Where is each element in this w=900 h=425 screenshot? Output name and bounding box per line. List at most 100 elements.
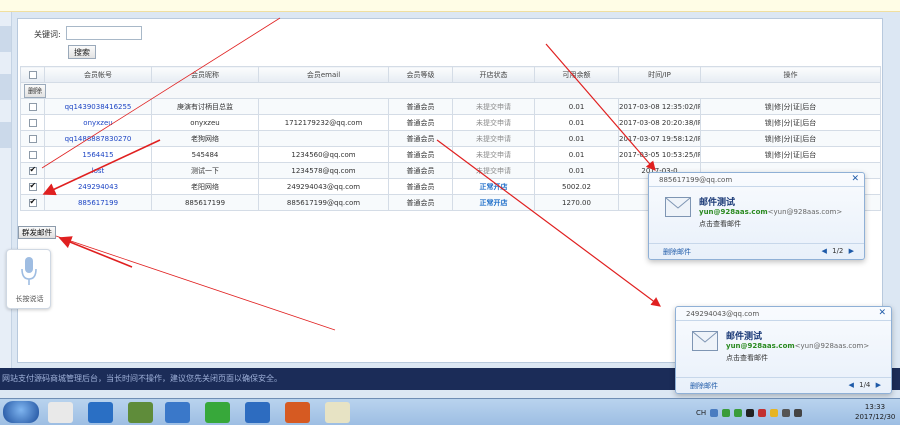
column-header[interactable]: 时间/IP <box>618 66 701 83</box>
member-account-text[interactable]: 249294043 <box>78 183 118 191</box>
ie-icon[interactable] <box>205 402 230 423</box>
row-checkbox[interactable] <box>28 150 37 159</box>
left-rail-tab[interactable] <box>0 74 11 100</box>
tray-icon[interactable] <box>722 408 731 417</box>
view-mail-link[interactable]: 点击查看邮件 <box>699 219 741 229</box>
view-mail-link[interactable]: 点击查看邮件 <box>726 353 768 363</box>
input-method[interactable]: CH <box>696 409 706 417</box>
left-rail-tab[interactable] <box>0 26 11 52</box>
time-ip: 2017-03-05 10:53:25/IP <box>618 146 701 163</box>
row-checkbox[interactable] <box>28 134 37 143</box>
row-actions[interactable]: 锁|修|分|证|后台 <box>700 130 881 147</box>
clock[interactable]: 13:33 2017/12/30 <box>855 402 895 422</box>
table-row[interactable]: qq1488887830270 老狗网络 普通会员 未提交申请 0.01 2017-03-… <box>20 130 881 147</box>
column-header[interactable]: 开店状态 <box>452 66 535 83</box>
member-email: 1712179232@qq.com <box>258 114 389 131</box>
column-header[interactable]: 会员帐号 <box>44 66 152 83</box>
row-actions-text[interactable]: 锁|修|分|证|后台 <box>765 151 816 159</box>
member-account[interactable]: lost <box>44 162 152 179</box>
tray-icon[interactable] <box>770 408 779 417</box>
member-nickname: 老狗网络 <box>151 130 259 147</box>
tray-icon[interactable] <box>758 408 767 417</box>
column-header[interactable]: 会员昵称 <box>151 66 259 83</box>
shop-status: 未提交申请 <box>452 130 535 147</box>
tool-icon[interactable] <box>128 402 153 423</box>
member-account[interactable]: 249294043 <box>44 178 152 195</box>
browser-icon[interactable] <box>88 402 113 423</box>
row-checkbox[interactable] <box>20 130 45 147</box>
notice-bar <box>0 0 900 12</box>
row-checkbox[interactable] <box>28 102 37 111</box>
row-checkbox[interactable] <box>20 162 45 179</box>
mail-notification[interactable]: 885617199@qq.com ✕ 邮件测试 yun@928aas.com<y… <box>648 172 865 260</box>
tray-icon[interactable] <box>710 408 719 417</box>
column-header[interactable]: 操作 <box>700 66 881 83</box>
select-all-checkbox[interactable] <box>28 70 37 79</box>
chart-app-icon[interactable] <box>325 402 350 423</box>
row-checkbox[interactable] <box>20 146 45 163</box>
member-account-text[interactable]: 885617199 <box>78 199 118 207</box>
row-checkbox[interactable] <box>20 178 45 195</box>
member-account-text[interactable]: qq1439038416255 <box>65 103 132 111</box>
prev-icon[interactable]: ◀ <box>848 381 853 389</box>
tray-icon[interactable] <box>746 408 755 417</box>
member-account[interactable]: onyxzeu <box>44 114 152 131</box>
close-icon[interactable]: ✕ <box>878 308 886 318</box>
member-account[interactable]: qq1439038416255 <box>44 98 152 115</box>
browser2-icon[interactable] <box>245 402 270 423</box>
member-nickname-text: onyxzeu <box>190 118 220 127</box>
row-checkbox[interactable] <box>20 98 45 115</box>
member-account[interactable]: qq1488887830270 <box>44 130 152 147</box>
row-checkbox[interactable] <box>28 197 37 207</box>
member-account[interactable]: 1564415 <box>44 146 152 163</box>
table-header-row: 会员帐号 会员昵称 会员email 会员等级 开店状态 可用余额 时间/IP 操… <box>20 66 881 83</box>
delete-button[interactable]: 删除 <box>24 83 46 98</box>
member-account-text[interactable]: 1564415 <box>82 151 113 159</box>
column-header[interactable]: 会员等级 <box>388 66 453 83</box>
qq-icon[interactable] <box>48 402 73 423</box>
bird-icon[interactable] <box>165 402 190 423</box>
row-checkbox[interactable] <box>20 114 45 131</box>
row-actions-text[interactable]: 锁|修|分|证|后台 <box>765 135 816 143</box>
member-nickname: 庚演有讨柄目总监 <box>151 98 259 115</box>
select-all-header[interactable] <box>20 66 45 83</box>
column-header[interactable]: 可用余额 <box>534 66 619 83</box>
table-row[interactable]: onyxzeu onyxzeu 1712179232@qq.com 普通会员 未提交申请… <box>20 114 881 131</box>
member-account-text[interactable]: qq1488887830270 <box>65 135 132 143</box>
firefox-icon[interactable] <box>285 402 310 423</box>
column-header[interactable]: 会员email <box>258 66 389 83</box>
bulk-mail-button[interactable]: 群发邮件 <box>18 226 56 239</box>
next-icon[interactable]: ▶ <box>876 381 881 389</box>
prev-icon[interactable]: ◀ <box>821 247 826 255</box>
row-actions[interactable]: 锁|修|分|证|后台 <box>700 98 881 115</box>
table-row[interactable]: 1564415 545484 1234560@qq.com 普通会员 未提交申请 0.01… <box>20 146 881 163</box>
row-actions[interactable]: 锁|修|分|证|后台 <box>700 114 881 131</box>
left-rail-tab[interactable] <box>0 122 11 148</box>
row-actions-text[interactable]: 锁|修|分|证|后台 <box>765 119 816 127</box>
search-input[interactable] <box>66 26 142 40</box>
row-actions[interactable]: 锁|修|分|证|后台 <box>700 146 881 163</box>
row-checkbox[interactable] <box>28 118 37 127</box>
row-actions-text[interactable]: 锁|修|分|证|后台 <box>765 103 816 111</box>
mail-notification[interactable]: 249294043@qq.com ✕ 邮件测试 yun@928aas.com<y… <box>675 306 892 394</box>
delete-mail-link[interactable]: 删除邮件 <box>663 247 691 257</box>
tray-icon[interactable] <box>782 408 791 417</box>
search-button[interactable]: 搜索 <box>68 45 96 59</box>
member-account-text[interactable]: lost <box>92 167 105 175</box>
close-icon[interactable]: ✕ <box>851 174 859 184</box>
next-icon[interactable]: ▶ <box>849 247 854 255</box>
member-account[interactable]: 885617199 <box>44 194 152 211</box>
voice-widget[interactable]: 长按说话 <box>6 249 51 309</box>
tray-icon[interactable] <box>734 408 743 417</box>
row-checkbox[interactable] <box>28 181 37 191</box>
row-checkbox[interactable] <box>28 165 37 175</box>
member-nickname-text: 545484 <box>191 150 219 159</box>
start-button[interactable] <box>3 401 39 423</box>
notification-footer: 删除邮件 ◀ 1/2 ▶ <box>649 243 864 259</box>
balance: 5002.02 <box>534 178 619 195</box>
volume-icon[interactable] <box>794 408 803 417</box>
delete-mail-link[interactable]: 删除邮件 <box>690 381 718 391</box>
row-checkbox[interactable] <box>20 194 45 211</box>
table-row[interactable]: qq1439038416255 庚演有讨柄目总监 普通会员 未提交申请 0.01 2017… <box>20 98 881 115</box>
member-account-text[interactable]: onyxzeu <box>83 119 112 127</box>
